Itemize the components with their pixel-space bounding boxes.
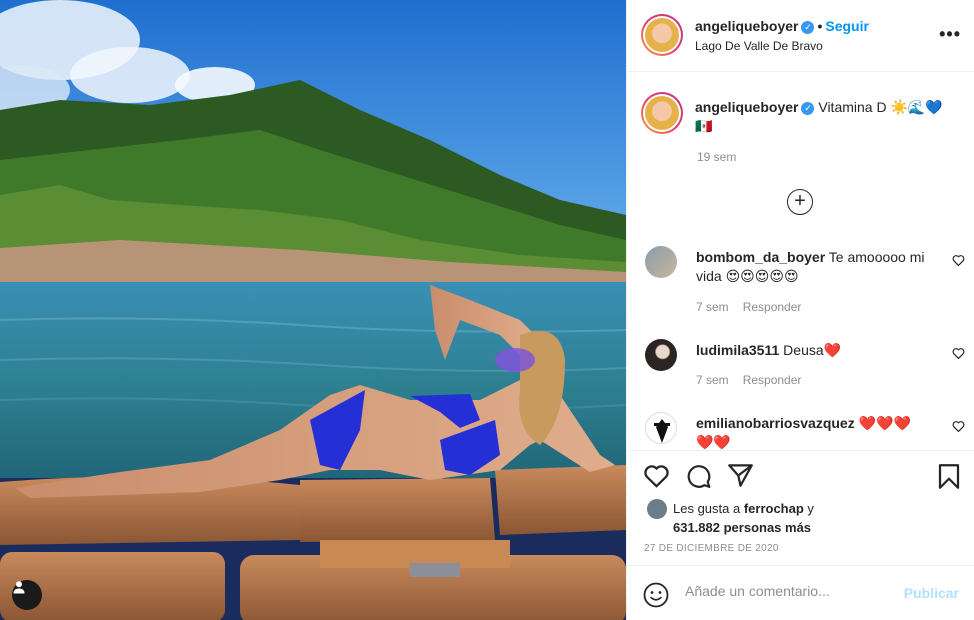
commenter-avatar[interactable]	[645, 246, 677, 278]
photo-artwork	[0, 0, 626, 620]
load-more-comments-button[interactable]: +	[787, 189, 813, 215]
post-date[interactable]: 27 DE DICIEMBRE DE 2020	[644, 543, 779, 554]
comment-body: Deusa❤️	[783, 342, 842, 358]
caption-time[interactable]: 19 sem	[697, 150, 736, 164]
comment-time[interactable]: 7 sem	[696, 300, 729, 314]
separator-dot: •	[817, 18, 823, 34]
comment-meta: 7 sem Responder	[696, 300, 815, 314]
caption-avatar[interactable]	[641, 92, 683, 134]
verified-badge-icon: ✓	[801, 20, 815, 34]
person-icon	[13, 581, 25, 594]
publish-button[interactable]: Publicar	[904, 585, 959, 601]
commenter-avatar-art	[654, 419, 670, 443]
comment-text: ludimila3511 Deusa❤️	[696, 341, 926, 360]
caption-username[interactable]: angeliqueboyer	[695, 99, 798, 115]
heart-icon[interactable]	[643, 463, 670, 488]
author-avatar[interactable]	[641, 14, 683, 56]
post-sidebar: angeliqueboyer ✓ • Seguir Lago De Valle De …	[626, 0, 974, 620]
caption-body: Vitamina D ☀️🌊💙	[818, 99, 943, 115]
comment-like-heart-icon[interactable]	[952, 420, 965, 432]
likes-first-user[interactable]: ferrochap	[744, 501, 804, 516]
comment-like-heart-icon[interactable]	[952, 347, 965, 359]
paper-plane-icon[interactable]	[727, 463, 754, 488]
reply-button[interactable]: Responder	[743, 373, 802, 387]
likes-prefix: Les gusta a	[673, 501, 744, 516]
author-line: angeliqueboyer ✓ • Seguir	[695, 18, 869, 34]
post-header: angeliqueboyer ✓ • Seguir Lago De Valle De …	[627, 0, 974, 72]
commenter-avatar[interactable]	[645, 339, 677, 371]
caption-text: angeliqueboyer ✓ Vitamina D ☀️🌊💙 🇲🇽	[695, 98, 955, 136]
author-username[interactable]: angeliqueboyer	[695, 18, 798, 34]
caption-flag: 🇲🇽	[695, 118, 713, 134]
bookmark-icon[interactable]	[937, 463, 961, 490]
verified-badge-icon: ✓	[801, 101, 815, 115]
user-tag-button[interactable]	[12, 580, 42, 610]
comment-time[interactable]: 7 sem	[696, 373, 729, 387]
comment-input[interactable]	[685, 583, 895, 599]
liker-avatar[interactable]	[647, 499, 667, 519]
comment-bubble-icon[interactable]	[685, 463, 712, 489]
comment-text: emilianobarriosvazquez ❤️❤️❤️❤️❤️	[696, 414, 926, 450]
more-options-button[interactable]: •••	[939, 24, 961, 45]
likes-connector: y	[803, 501, 814, 516]
add-comment-bar: Publicar	[627, 565, 974, 620]
reply-button[interactable]: Responder	[743, 300, 802, 314]
comment-text: bombom_da_boyer Te amooooo mi vida 😍😍😍😍😍	[696, 248, 926, 286]
comment-meta: 7 sem Responder	[696, 373, 815, 387]
commenter-avatar[interactable]	[645, 412, 677, 444]
likes-count[interactable]: 631.882 personas más	[673, 520, 811, 535]
likes-summary[interactable]: Les gusta a ferrochap y 631.882 personas…	[673, 499, 814, 537]
commenter-username[interactable]: emilianobarriosvazquez	[696, 415, 855, 431]
follow-button[interactable]: Seguir	[825, 18, 869, 34]
commenter-username[interactable]: bombom_da_boyer	[696, 249, 825, 265]
post-location[interactable]: Lago De Valle De Bravo	[695, 39, 823, 53]
smiley-icon[interactable]	[643, 582, 669, 608]
comment-like-heart-icon[interactable]	[952, 254, 965, 266]
commenter-username[interactable]: ludimila3511	[696, 342, 779, 358]
post-photo[interactable]	[0, 0, 626, 620]
comment-clip: emilianobarriosvazquez ❤️❤️❤️❤️❤️	[627, 405, 974, 450]
